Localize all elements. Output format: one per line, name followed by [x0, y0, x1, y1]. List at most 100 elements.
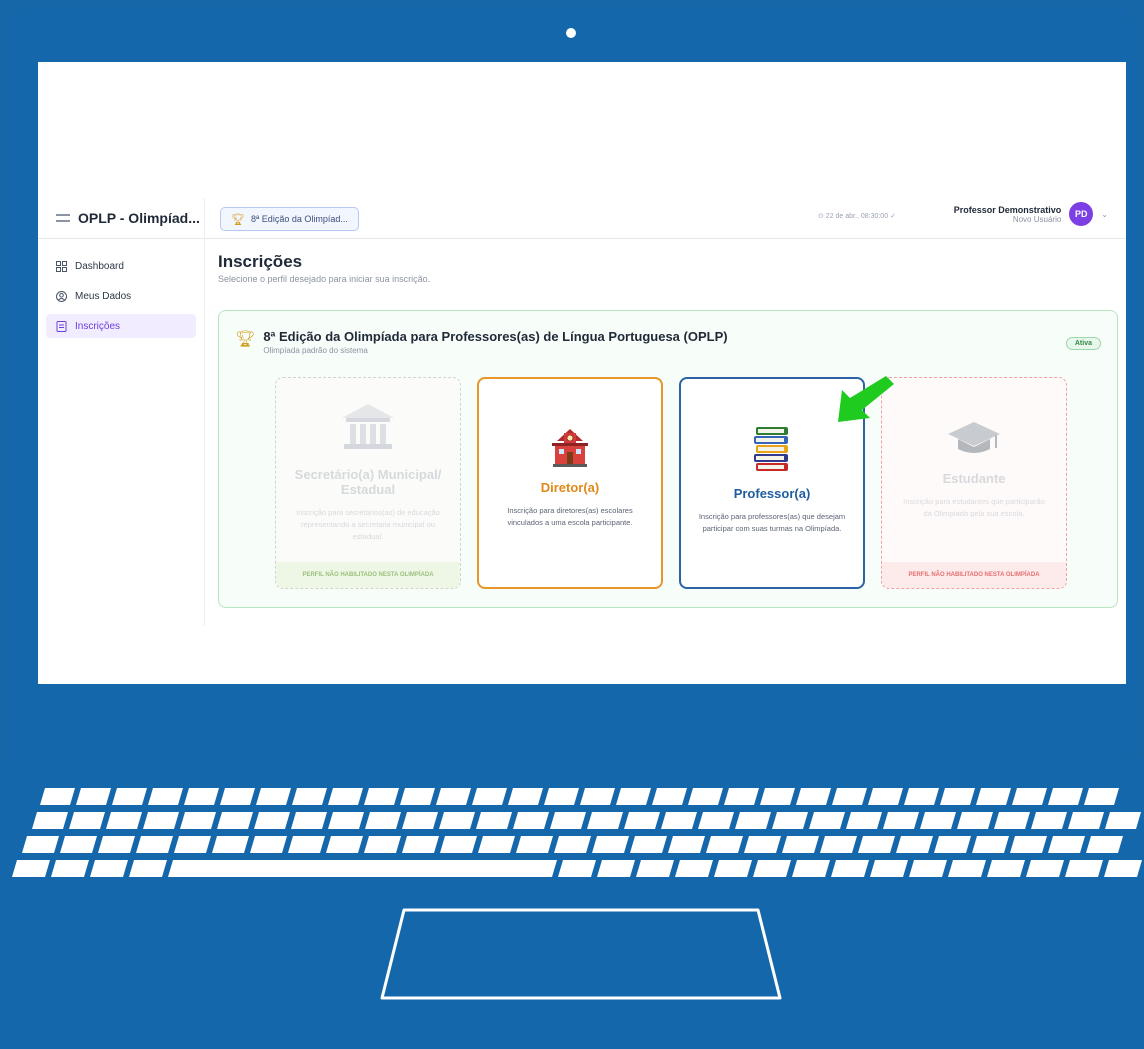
laptop-screen: OPLP - Olimpíad... 🏆︎ 8ª Edição da Olimp…: [38, 62, 1126, 684]
keyboard-key: [1105, 812, 1141, 829]
keyboard-key: [904, 788, 939, 805]
keyboard-key: [472, 788, 507, 805]
main-content: Inscrições Selecione o perfil desejado p…: [218, 246, 1118, 608]
keyboard-key: [326, 836, 363, 853]
keyboard-key: [60, 836, 97, 853]
keyboard-key: [688, 788, 723, 805]
keyboard-key: [580, 788, 615, 805]
sidebar-item-inscricoes[interactable]: Inscrições: [46, 314, 196, 338]
keyboard-key: [220, 788, 255, 805]
keyboard-key: [129, 860, 167, 877]
keyboard-key: [976, 788, 1011, 805]
keyboard-key: [76, 788, 111, 805]
keyboard-key: [1048, 836, 1085, 853]
keyboard-key: [550, 812, 586, 829]
keyboard-key: [184, 788, 219, 805]
keyboard-key: [136, 836, 173, 853]
keyboard-key: [957, 812, 993, 829]
keyboard-key: [831, 860, 869, 877]
keyboard-key: [735, 812, 771, 829]
keyboard-key: [597, 860, 635, 877]
camera-icon: [566, 28, 576, 38]
keyboard-key: [1104, 860, 1142, 877]
card-title: Estudante: [942, 471, 1006, 486]
avatar[interactable]: PD: [1069, 202, 1094, 226]
keyboard-key: [744, 836, 781, 853]
keyboard-key: [994, 812, 1030, 829]
keyboard-key: [587, 812, 623, 829]
bank-building-icon: [276, 400, 460, 459]
keyboard-key: [1065, 860, 1103, 877]
edition-selector[interactable]: 🏆︎ 8ª Edição da Olimpíad...: [220, 207, 359, 231]
card-description: Inscrição para estudantes que participar…: [903, 497, 1045, 518]
keyboard-key: [909, 860, 947, 877]
keyboard-key: [478, 836, 515, 853]
keyboard-key: [668, 836, 705, 853]
user-circle-icon: [56, 290, 67, 302]
keyboard-key: [796, 788, 831, 805]
keyboard-key: [760, 788, 795, 805]
chevron-down-icon[interactable]: ⌄: [1101, 210, 1108, 219]
page-subtitle: Selecione o perfil desejado para iniciar…: [218, 274, 431, 284]
user-menu[interactable]: Professor Demonstrativo Novo Usuário PD …: [954, 202, 1108, 226]
dashboard-icon: [56, 260, 67, 272]
arrow-pointer-icon: [838, 376, 894, 422]
sidebar-item-meus-dados[interactable]: Meus Dados: [46, 284, 196, 308]
keyboard-key: [675, 860, 713, 877]
keyboard-key: [69, 812, 105, 829]
keyboard-key: [592, 836, 629, 853]
sidebar-item-dashboard[interactable]: Dashboard: [46, 254, 196, 278]
profile-card-student: Estudante Inscrição para estudantes que …: [881, 377, 1067, 589]
keyboard-key: [402, 812, 438, 829]
keyboard-key: [630, 836, 667, 853]
keyboard-key: [22, 836, 59, 853]
keyboard-key: [987, 860, 1025, 877]
keyboard-key: [652, 788, 687, 805]
keyboard-key: [554, 836, 591, 853]
keyboard-key: [364, 836, 401, 853]
graduation-cap-icon: [882, 418, 1066, 463]
keyboard-key: [832, 788, 867, 805]
keyboard-key: [212, 836, 249, 853]
menu-icon[interactable]: [56, 214, 70, 222]
keyboard-key: [143, 812, 179, 829]
keyboard-key: [724, 788, 759, 805]
keyboard-key: [1086, 836, 1123, 853]
keyboard-key: [846, 812, 882, 829]
keyboard-key: [254, 812, 290, 829]
keyboard-key: [792, 860, 830, 877]
keyboard-key: [440, 836, 477, 853]
brand[interactable]: OPLP - Olimpíad...: [56, 198, 200, 238]
keyboard-key: [365, 812, 401, 829]
sidebar-item-label: Dashboard: [75, 260, 124, 272]
keyboard-key: [1068, 812, 1104, 829]
keyboard-key: [12, 860, 50, 877]
keyboard-key: [400, 788, 435, 805]
keyboard-key: [180, 812, 216, 829]
keyboard-key: [870, 860, 908, 877]
keyboard-key: [616, 788, 651, 805]
keyboard: [12, 788, 1142, 877]
user-role: Novo Usuário: [1012, 214, 1062, 224]
keyboard-key: [217, 812, 253, 829]
user-info: Professor Demonstrativo Novo Usuário: [954, 205, 1062, 224]
keyboard-key: [168, 860, 557, 877]
sidebar-divider: [204, 198, 205, 626]
profile-card-director[interactable]: Diretor(a) Inscrição para diretores(as) …: [477, 377, 663, 589]
keyboard-key: [661, 812, 697, 829]
olympiad-panel: 🏆︎ 8ª Edição da Olimpíada para Professor…: [218, 310, 1118, 608]
brand-name: OPLP - Olimpíad...: [78, 210, 200, 226]
keyboard-key: [32, 812, 68, 829]
datetime-readout: ⊙ 22 de abr., 08:30:00 ✓: [818, 213, 896, 220]
sidebar: Dashboard Meus Dados Inscrições: [38, 254, 204, 344]
edition-selector-label: 8ª Edição da Olimpíad...: [250, 214, 348, 224]
card-title: Professor(a): [733, 486, 811, 501]
keyboard-key: [636, 860, 674, 877]
keyboard-key: [1026, 860, 1064, 877]
document-icon: [56, 320, 67, 332]
keyboard-key: [402, 836, 439, 853]
keyboard-key: [940, 788, 975, 805]
keyboard-key: [1031, 812, 1067, 829]
keyboard-key: [98, 836, 135, 853]
keyboard-key: [328, 812, 364, 829]
